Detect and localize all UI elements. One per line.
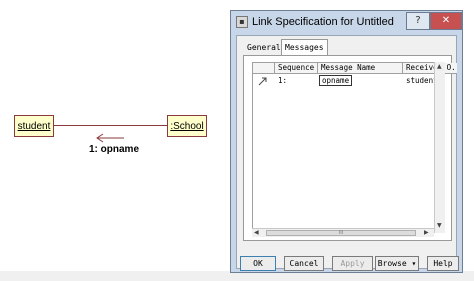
title-bar[interactable]: ▪ Link Specification for Untitled ? ✕ <box>231 11 462 35</box>
close-icon[interactable]: ✕ <box>430 12 462 30</box>
vertical-scrollbar[interactable]: ▲ ▼ <box>434 62 445 233</box>
messages-panel: Sequence Message Name Receiver O... 1: o… <box>243 55 457 241</box>
scroll-thumb[interactable]: III <box>266 230 416 236</box>
scroll-down-icon[interactable]: ▼ <box>437 222 442 230</box>
scroll-right-icon[interactable]: ▶ <box>424 229 429 237</box>
horizontal-scrollbar[interactable]: ◀ III ▶ <box>252 228 434 237</box>
tab-general[interactable]: General <box>244 40 284 55</box>
browse-button[interactable]: Browse ▾ <box>375 256 419 271</box>
app-icon: ▪ <box>236 16 248 28</box>
apply-button[interactable]: Apply <box>332 256 373 271</box>
scroll-left-icon[interactable]: ◀ <box>254 229 259 237</box>
ok-button[interactable]: OK <box>240 256 276 271</box>
scroll-up-icon[interactable]: ▲ <box>437 63 442 71</box>
dialog-title: Link Specification for Untitled <box>252 16 394 28</box>
row-message-name-field[interactable]: opname <box>319 75 353 86</box>
message-row-icon <box>258 77 267 86</box>
message-label[interactable]: 1: opname <box>89 144 139 155</box>
column-header-icon[interactable] <box>253 63 275 74</box>
help-button[interactable]: Help <box>427 256 459 271</box>
row-receiver[interactable]: student <box>406 76 438 87</box>
dialog-client: General Messages Sequence Message Name R… <box>236 35 459 271</box>
tab-messages[interactable]: Messages <box>281 39 328 56</box>
row-sequence[interactable]: 1: <box>278 76 287 87</box>
link-specification-dialog: ▪ Link Specification for Untitled ? ✕ Ge… <box>230 10 463 273</box>
help-icon[interactable]: ? <box>406 12 430 30</box>
column-header-receiver[interactable]: Receiver O... <box>403 63 457 74</box>
column-header-message-name[interactable]: Message Name <box>318 63 403 74</box>
message-arrow-icon[interactable] <box>0 0 230 281</box>
messages-table[interactable]: Sequence Message Name Receiver O... 1: o… <box>252 62 457 233</box>
column-header-sequence[interactable]: Sequence <box>275 63 318 74</box>
diagram-canvas[interactable]: student :School 1: opname <box>0 0 230 281</box>
cancel-button[interactable]: Cancel <box>284 256 324 271</box>
